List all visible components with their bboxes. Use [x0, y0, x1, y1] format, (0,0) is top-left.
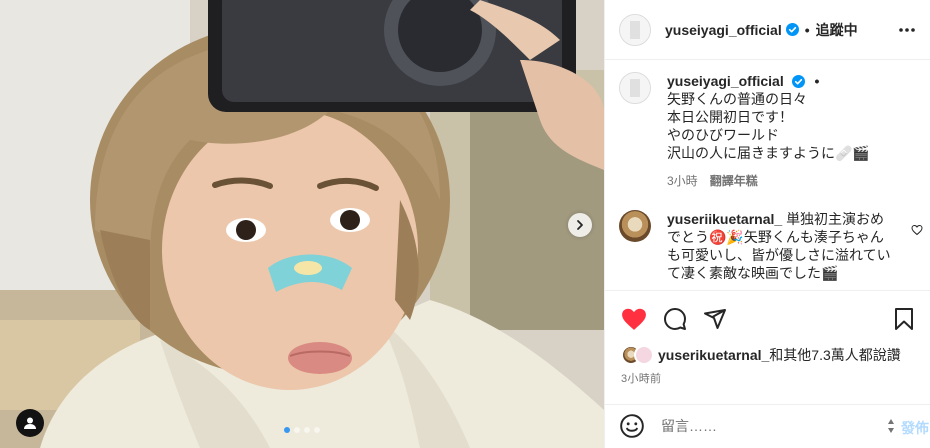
liker-avatar	[634, 345, 654, 365]
share-icon	[704, 309, 726, 329]
verified-badge-icon	[785, 23, 799, 36]
emoji-button[interactable]	[619, 413, 645, 442]
emoji-icon	[620, 414, 644, 438]
chevron-right-icon	[577, 220, 583, 230]
save-button[interactable]	[893, 307, 915, 334]
caption-separator: •	[814, 73, 820, 89]
bookmark-icon	[895, 308, 913, 330]
avatar[interactable]	[619, 210, 651, 242]
post-photo	[0, 0, 604, 448]
comment-username[interactable]: yuseriikuetarnal_	[667, 211, 782, 227]
post-comment-button[interactable]: 發佈	[901, 418, 929, 438]
action-bar	[605, 290, 930, 342]
avatar[interactable]	[619, 13, 651, 46]
header-separator: •	[804, 21, 810, 38]
likes-rest: 和其他7.3萬人都說讚	[769, 347, 901, 363]
heart-filled-icon	[622, 308, 646, 330]
carousel-dot	[304, 427, 310, 433]
heart-outline-icon	[911, 224, 923, 236]
header-username[interactable]: yuseiyagi_official	[665, 22, 782, 38]
likes-text: yuserikuetarnal_和其他7.3萬人都說讚	[658, 345, 901, 365]
like-button[interactable]	[621, 307, 647, 334]
post-header: yuseiyagi_official • 追蹤中	[605, 0, 930, 60]
input-caret	[887, 418, 895, 437]
comment-like-button[interactable]	[911, 223, 923, 239]
caption: yuseiyagi_official • 矢野くんの普通の日々 本日公開初日です…	[619, 72, 919, 189]
comment-body: yuseriikuetarnal_ 単独初主演おめでとう㊗️🎉矢野くんも湊子ちゃ…	[667, 210, 893, 282]
post-timestamp: 3小時前	[621, 373, 662, 385]
updown-caret-icon	[888, 419, 894, 433]
caption-meta: 3小時 翻譯年糕	[667, 172, 870, 189]
caption-body: yuseiyagi_official • 矢野くんの普通の日々 本日公開初日です…	[667, 72, 870, 189]
tagged-users-button[interactable]	[16, 409, 44, 437]
comments-section[interactable]: yuseiyagi_official • 矢野くんの普通の日々 本日公開初日です…	[605, 60, 930, 290]
carousel-dot	[284, 427, 290, 433]
carousel-next-button[interactable]	[568, 213, 592, 237]
carousel-dot	[314, 427, 320, 433]
caption-line: 矢野くんの普通の日々	[667, 91, 807, 107]
caption-line: 沢山の人に届きますように🩹🎬	[667, 145, 870, 161]
post-dialog: yuseiyagi_official • 追蹤中 yuseiyagi_offic…	[0, 0, 930, 448]
share-button[interactable]	[703, 307, 727, 334]
liker-username[interactable]: yuserikuetarnal_	[658, 347, 769, 363]
avatar[interactable]	[619, 72, 651, 104]
carousel-dot	[294, 427, 300, 433]
translate-link[interactable]: 翻譯年糕	[710, 172, 758, 189]
caption-line: 本日公開初日です！	[667, 109, 793, 125]
header-user: yuseiyagi_official • 追蹤中	[665, 20, 858, 40]
user-tag-icon	[24, 417, 36, 429]
likes-summary[interactable]: yuserikuetarnal_和其他7.3萬人都說讚	[621, 345, 901, 365]
more-options-button[interactable]	[897, 20, 917, 43]
carousel-indicator	[284, 427, 320, 433]
comment-item: yuseriikuetarnal_ 単独初主演おめでとう㊗️🎉矢野くんも湊子ちゃ…	[619, 210, 923, 282]
verified-badge-icon	[791, 75, 805, 88]
caption-line: やのひびワールド	[667, 127, 779, 143]
caption-username[interactable]: yuseiyagi_official	[667, 73, 784, 89]
following-button[interactable]: 追蹤中	[816, 20, 858, 40]
comment-icon	[664, 308, 686, 330]
caption-time: 3小時	[667, 174, 698, 188]
post-side-panel: yuseiyagi_official • 追蹤中 yuseiyagi_offic…	[604, 0, 930, 448]
post-media[interactable]	[0, 0, 604, 448]
more-horizontal-icon	[899, 28, 915, 32]
comment-input[interactable]	[661, 415, 861, 437]
comment-composer: 發佈	[605, 404, 930, 448]
comment-button[interactable]	[663, 307, 687, 334]
